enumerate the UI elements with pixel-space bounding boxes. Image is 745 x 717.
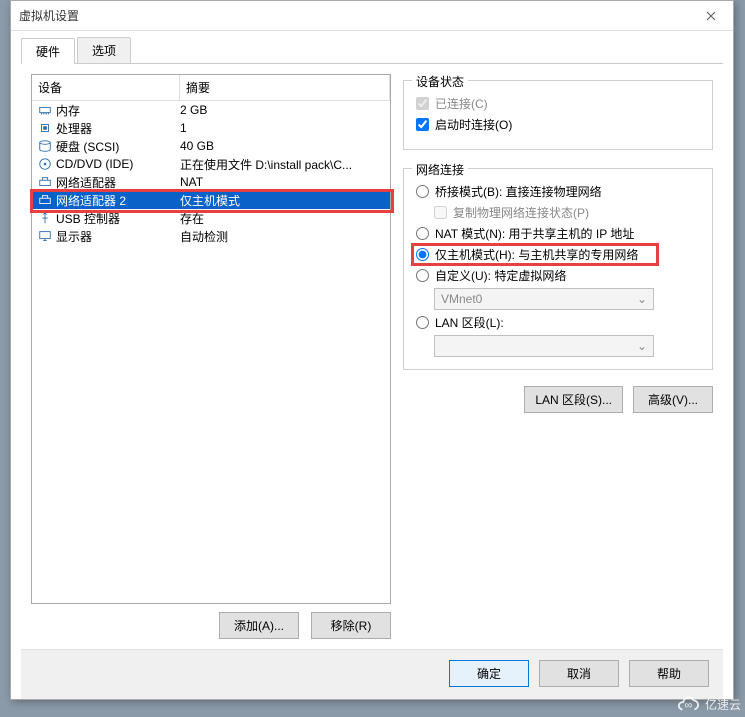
tab-options[interactable]: 选项 (77, 37, 131, 63)
network-buttons: LAN 区段(S)... 高级(V)... (403, 386, 713, 413)
network-connection-group: 网络连接 桥接模式(B): 直接连接物理网络 复制物理网络连接状态(P) NAT… (403, 168, 713, 370)
connect-on-power-label: 启动时连接(O) (435, 116, 512, 133)
device-label: 硬盘 (SCSI) (56, 138, 180, 155)
connected-checkbox-row: 已连接(C) (416, 95, 700, 112)
chevron-down-icon: ⌄ (637, 292, 647, 306)
device-buttons: 添加(A)... 移除(R) (31, 612, 391, 639)
footer-buttons: 确定 取消 帮助 (21, 649, 723, 699)
body-area: 硬件 选项 设备 摘要 内存2 GB处理器1硬盘 (SCSI)40 GBCD/D… (11, 31, 733, 699)
table-row[interactable]: 硬盘 (SCSI)40 GB (32, 137, 390, 155)
lan-segments-button[interactable]: LAN 区段(S)... (524, 386, 623, 413)
table-row[interactable]: 内存2 GB (32, 101, 390, 119)
memory-icon (37, 102, 53, 118)
lan-segment-select: ⌄ (434, 335, 654, 357)
chevron-down-icon: ⌄ (637, 339, 647, 353)
tab-content: 设备 摘要 内存2 GB处理器1硬盘 (SCSI)40 GBCD/DVD (ID… (21, 64, 723, 649)
nat-radio-row[interactable]: NAT 模式(N): 用于共享主机的 IP 地址 (416, 225, 700, 242)
table-row[interactable]: USB 控制器存在 (32, 209, 390, 227)
device-status-title: 设备状态 (412, 73, 468, 90)
vmnet-value: VMnet0 (441, 292, 482, 306)
nat-label: NAT 模式(N): 用于共享主机的 IP 地址 (435, 225, 634, 242)
connected-label: 已连接(C) (435, 95, 488, 112)
device-status-group: 设备状态 已连接(C) 启动时连接(O) (403, 80, 713, 150)
right-panel: 设备状态 已连接(C) 启动时连接(O) 网络连接 桥接模式(B): 直接连接物 (403, 74, 713, 639)
device-summary: 仅主机模式 (180, 192, 388, 209)
tab-hardware[interactable]: 硬件 (21, 38, 75, 64)
bridge-label: 桥接模式(B): 直接连接物理网络 (435, 183, 602, 200)
table-row[interactable]: 显示器自动检测 (32, 227, 390, 245)
vm-settings-window: 虚拟机设置 硬件 选项 设备 摘要 内存2 GB处理器1硬盘 (SCSI)40 … (10, 0, 734, 700)
table-row[interactable]: 网络适配器NAT (32, 173, 390, 191)
close-button[interactable] (688, 1, 733, 31)
device-rows: 内存2 GB处理器1硬盘 (SCSI)40 GBCD/DVD (IDE)正在使用… (32, 101, 390, 245)
vmnet-select: VMnet0 ⌄ (434, 288, 654, 310)
header-summary: 摘要 (180, 75, 390, 100)
custom-radio[interactable] (416, 269, 429, 282)
device-summary: 存在 (180, 210, 388, 227)
lan-segment-label: LAN 区段(L): (435, 314, 504, 331)
usb-icon (37, 210, 53, 226)
hostonly-radio[interactable] (416, 248, 429, 261)
table-row[interactable]: 网络适配器 2仅主机模式 (32, 191, 390, 209)
svg-text:∞: ∞ (684, 700, 692, 712)
add-button[interactable]: 添加(A)... (219, 612, 299, 639)
device-label: 网络适配器 2 (56, 192, 180, 209)
help-button[interactable]: 帮助 (629, 660, 709, 687)
tab-bar: 硬件 选项 (21, 37, 723, 64)
device-summary: 1 (180, 121, 388, 135)
cpu-icon (37, 120, 53, 136)
custom-radio-row[interactable]: 自定义(U): 特定虚拟网络 (416, 267, 700, 284)
lan-segment-radio[interactable] (416, 316, 429, 329)
replicate-checkbox-row: 复制物理网络连接状态(P) (434, 204, 700, 221)
lan-segment-radio-row[interactable]: LAN 区段(L): (416, 314, 700, 331)
cancel-button[interactable]: 取消 (539, 660, 619, 687)
custom-label: 自定义(U): 特定虚拟网络 (435, 267, 566, 284)
window-title: 虚拟机设置 (19, 7, 79, 24)
device-summary: 2 GB (180, 103, 388, 117)
device-summary: 正在使用文件 D:\install pack\C... (180, 156, 388, 173)
device-label: 处理器 (56, 120, 180, 137)
device-label: CD/DVD (IDE) (56, 157, 180, 171)
device-label: 内存 (56, 102, 180, 119)
nat-radio[interactable] (416, 227, 429, 240)
bridge-radio-row[interactable]: 桥接模式(B): 直接连接物理网络 (416, 183, 700, 200)
header-device: 设备 (32, 75, 180, 100)
hostonly-radio-row[interactable]: 仅主机模式(H): 与主机共享的专用网络 (416, 246, 700, 263)
nic-icon (37, 192, 53, 208)
table-row[interactable]: 处理器1 (32, 119, 390, 137)
connect-on-power-row[interactable]: 启动时连接(O) (416, 116, 700, 133)
nic-icon (37, 174, 53, 190)
titlebar: 虚拟机设置 (11, 1, 733, 31)
replicate-label: 复制物理网络连接状态(P) (453, 204, 589, 221)
cd-icon (37, 156, 53, 172)
cloud-icon: ∞ (677, 693, 699, 715)
table-row[interactable]: CD/DVD (IDE)正在使用文件 D:\install pack\C... (32, 155, 390, 173)
ok-button[interactable]: 确定 (449, 660, 529, 687)
watermark: ∞ 亿速云 (677, 693, 741, 715)
connect-on-power-checkbox[interactable] (416, 118, 429, 131)
display-icon (37, 228, 53, 244)
advanced-button[interactable]: 高级(V)... (633, 386, 713, 413)
device-summary: 40 GB (180, 139, 388, 153)
watermark-text: 亿速云 (705, 696, 741, 713)
hostonly-label: 仅主机模式(H): 与主机共享的专用网络 (435, 246, 638, 263)
device-summary: 自动检测 (180, 228, 388, 245)
device-label: USB 控制器 (56, 210, 180, 227)
connected-checkbox (416, 97, 429, 110)
device-table-header: 设备 摘要 (32, 75, 390, 101)
close-icon (706, 11, 716, 21)
replicate-checkbox (434, 206, 447, 219)
device-label: 网络适配器 (56, 174, 180, 191)
network-connection-title: 网络连接 (412, 161, 468, 178)
remove-button[interactable]: 移除(R) (311, 612, 391, 639)
bridge-radio[interactable] (416, 185, 429, 198)
left-panel: 设备 摘要 内存2 GB处理器1硬盘 (SCSI)40 GBCD/DVD (ID… (31, 74, 391, 639)
disk-icon (37, 138, 53, 154)
device-label: 显示器 (56, 228, 180, 245)
device-table: 设备 摘要 内存2 GB处理器1硬盘 (SCSI)40 GBCD/DVD (ID… (31, 74, 391, 604)
device-summary: NAT (180, 175, 388, 189)
